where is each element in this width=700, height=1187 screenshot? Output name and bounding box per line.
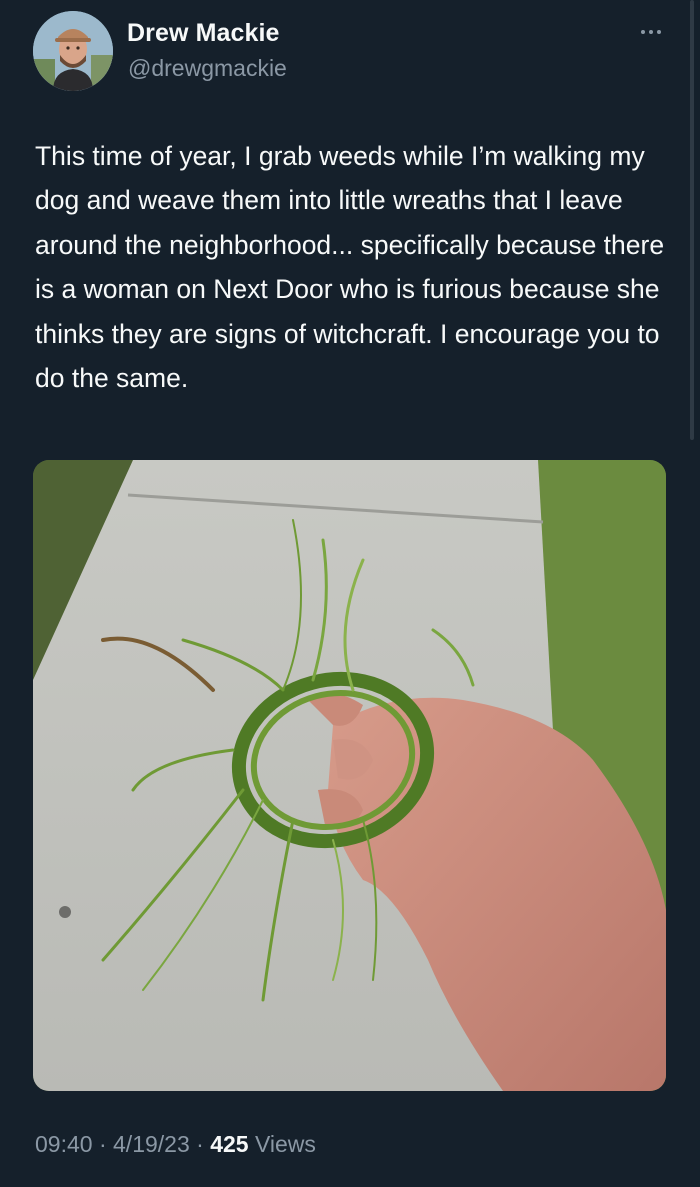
- tweet-date[interactable]: 4/19/23: [113, 1131, 190, 1157]
- meta-separator: ·: [189, 1131, 211, 1157]
- tweet-time[interactable]: 09:40: [35, 1131, 93, 1157]
- weed-wreath-photo: [33, 460, 666, 1091]
- views-count: 425: [210, 1131, 249, 1157]
- author-handle[interactable]: @drewgmackie: [128, 55, 287, 82]
- scrollbar[interactable]: [690, 0, 694, 440]
- tweet-text: This time of year, I grab weeds while I’…: [35, 141, 665, 394]
- meta-separator: ·: [92, 1131, 114, 1157]
- views-label: Views: [248, 1131, 316, 1157]
- author-name[interactable]: Drew Mackie: [127, 19, 280, 48]
- tweet-metadata: 09:40 · 4/19/23 · 425 Views: [35, 1131, 316, 1158]
- tweet-card: Drew Mackie @drewgmackie This time of ye…: [0, 0, 700, 1187]
- more-horizontal-icon[interactable]: [636, 22, 666, 42]
- tweet-photo[interactable]: [33, 460, 666, 1091]
- avatar-image: [33, 11, 113, 91]
- avatar[interactable]: [33, 11, 113, 91]
